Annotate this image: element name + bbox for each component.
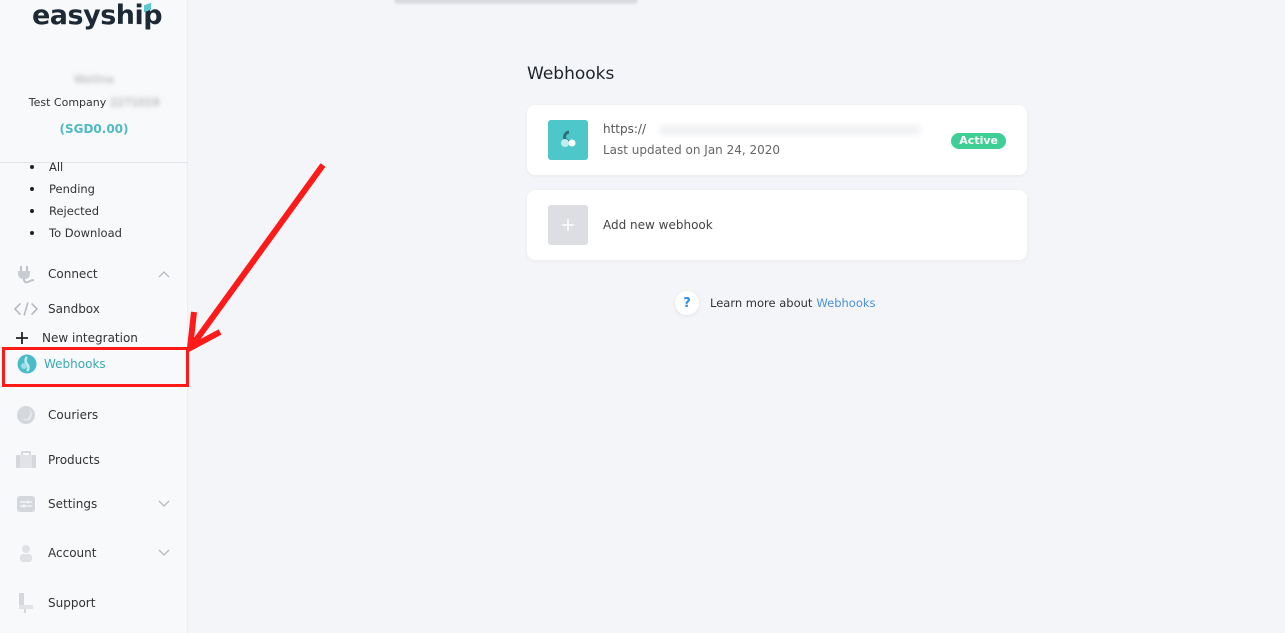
company-label: Test Company bbox=[28, 96, 107, 109]
sidebar-item-label: Settings bbox=[48, 497, 98, 511]
add-webhook-card[interactable]: Add new webhook bbox=[527, 190, 1027, 260]
sidebar-item-connect[interactable]: Connect bbox=[14, 262, 184, 286]
help-icon: ? bbox=[675, 291, 699, 315]
company-id: 2271019 bbox=[110, 96, 160, 109]
plus-icon bbox=[548, 205, 588, 245]
annotation-arrow-icon bbox=[186, 163, 326, 354]
plug-icon bbox=[14, 263, 38, 285]
sidebar-item-label: Sandbox bbox=[48, 302, 100, 316]
account-icon bbox=[14, 542, 38, 564]
top-dropdown-edge bbox=[395, 0, 637, 2]
sidebar-item-sandbox[interactable]: Sandbox bbox=[14, 297, 184, 321]
sidebar-item-couriers[interactable]: Couriers bbox=[14, 403, 184, 427]
chevron-up-icon[interactable] bbox=[158, 267, 170, 281]
annotation-highlight-box bbox=[2, 347, 189, 387]
products-icon bbox=[14, 449, 38, 471]
chevron-down-icon[interactable] bbox=[158, 546, 170, 560]
sidebar-item-label: New integration bbox=[42, 331, 138, 345]
learn-more: ? Learn more about Webhooks bbox=[675, 291, 876, 315]
plus-icon bbox=[12, 327, 32, 349]
sidebar-item-label: Couriers bbox=[48, 408, 99, 422]
user-name: Wellina bbox=[74, 73, 114, 86]
status-badge: Active bbox=[951, 133, 1006, 149]
add-webhook-label: Add new webhook bbox=[603, 218, 713, 232]
chevron-down-icon[interactable] bbox=[158, 497, 170, 511]
webhook-url-redacted bbox=[660, 124, 921, 135]
sidebar-item-label: Support bbox=[48, 596, 96, 610]
sidebar-item-account[interactable]: Account bbox=[14, 541, 184, 565]
logo-text: easyship bbox=[32, 0, 163, 31]
sidebar-item-settings[interactable]: Settings bbox=[14, 492, 184, 516]
webhook-url: https:// bbox=[603, 122, 921, 136]
webhooks-docs-link[interactable]: Webhooks bbox=[816, 296, 875, 310]
sub-item-all[interactable]: All bbox=[30, 161, 122, 183]
sidebar-item-label: Products bbox=[48, 453, 100, 467]
webhook-thumb-icon bbox=[548, 120, 588, 160]
easyship-logo[interactable]: easyship bbox=[32, 0, 163, 31]
support-icon bbox=[14, 592, 38, 614]
company-name: Test Company 2271019 bbox=[0, 96, 188, 109]
page-title: Webhooks bbox=[527, 64, 615, 84]
account-balance[interactable]: (SGD0.00) bbox=[0, 122, 188, 136]
webhook-url-text: https:// bbox=[603, 122, 647, 136]
webhook-updated: Last updated on Jan 24, 2020 bbox=[603, 143, 781, 157]
webhook-card[interactable]: https:// Last updated on Jan 24, 2020 Ac… bbox=[527, 105, 1027, 175]
sub-item-rejected[interactable]: Rejected bbox=[30, 205, 122, 227]
code-icon bbox=[14, 298, 38, 320]
sidebar-item-products[interactable]: Products bbox=[14, 448, 184, 472]
sidebar-item-label: Account bbox=[48, 546, 97, 560]
sidebar: easyship Wellina Test Company 2271019 (SG… bbox=[0, 0, 188, 633]
settings-icon bbox=[14, 493, 38, 515]
sub-item-to-download[interactable]: To Download bbox=[30, 227, 122, 249]
courier-icon bbox=[14, 404, 38, 426]
sub-item-pending[interactable]: Pending bbox=[30, 183, 122, 205]
sidebar-item-label: Connect bbox=[48, 267, 98, 281]
shipments-sub-list: All Pending Rejected To Download bbox=[30, 161, 122, 249]
learn-more-text: Learn more about bbox=[710, 296, 813, 310]
sidebar-item-support[interactable]: Support bbox=[14, 591, 184, 615]
